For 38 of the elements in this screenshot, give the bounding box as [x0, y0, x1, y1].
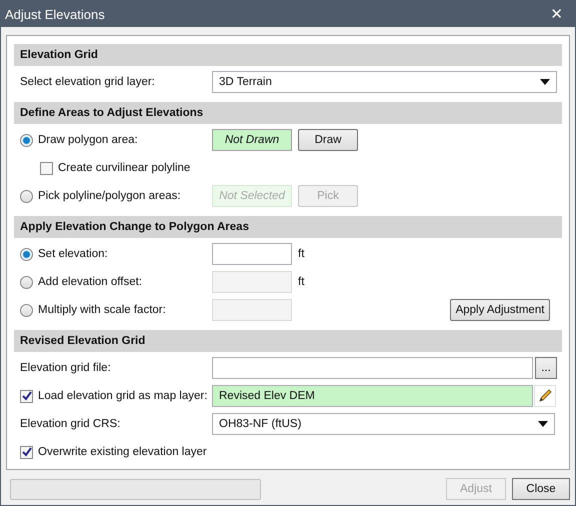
section-header: Elevation Grid [14, 44, 562, 66]
section-header: Define Areas to Adjust Elevations [14, 102, 562, 124]
browse-button[interactable]: ... [535, 357, 557, 379]
number-input[interactable] [212, 243, 292, 265]
radio-button[interactable] [20, 134, 33, 146]
layer-name-field[interactable]: Revised Elev DEM [212, 385, 533, 407]
edit-button[interactable] [534, 385, 556, 407]
dialog-button[interactable]: Close [512, 478, 570, 500]
section-header: Apply Elevation Change to Polygon Areas [14, 216, 562, 238]
status-field: Not Drawn [212, 129, 292, 151]
checkbox[interactable] [40, 162, 53, 174]
checkbox[interactable] [20, 390, 33, 402]
checkbox[interactable] [20, 446, 33, 458]
radio-button[interactable] [20, 248, 33, 260]
unit-label: ft [298, 248, 304, 260]
checkbox-label: Create curvilinear polyline [58, 162, 190, 174]
checkbox-label: Overwrite existing elevation layer [38, 446, 207, 458]
field-label: Select elevation grid layer: [20, 76, 155, 88]
radio-label: Multiply with scale factor: [38, 304, 166, 316]
dropdown-arrow-icon [540, 79, 550, 85]
status-field: Not Selected [212, 185, 292, 207]
checkbox-label: Load elevation grid as map layer: [38, 390, 208, 402]
field-label: Elevation grid file: [20, 362, 111, 374]
file-path-field[interactable] [212, 357, 533, 379]
dropdown[interactable]: OH83-NF (ftUS) [212, 413, 555, 435]
pencil-icon [537, 388, 553, 404]
close-button[interactable]: ✕ [546, 5, 567, 23]
dropdown-arrow-icon [538, 421, 548, 427]
radio-label: Pick polyline/polygon areas: [38, 190, 181, 202]
action-button[interactable]: Draw [298, 129, 358, 151]
field-label: Elevation grid CRS: [20, 418, 120, 430]
radio-label: Draw polygon area: [38, 134, 138, 146]
unit-label: ft [298, 276, 304, 288]
radio-label: Set elevation: [38, 248, 108, 260]
section-header: Revised Elevation Grid [14, 330, 562, 352]
radio-label: Add elevation offset: [38, 276, 142, 288]
window-title: Adjust Elevations [5, 6, 105, 22]
dropdown[interactable]: 3D Terrain [212, 71, 557, 93]
